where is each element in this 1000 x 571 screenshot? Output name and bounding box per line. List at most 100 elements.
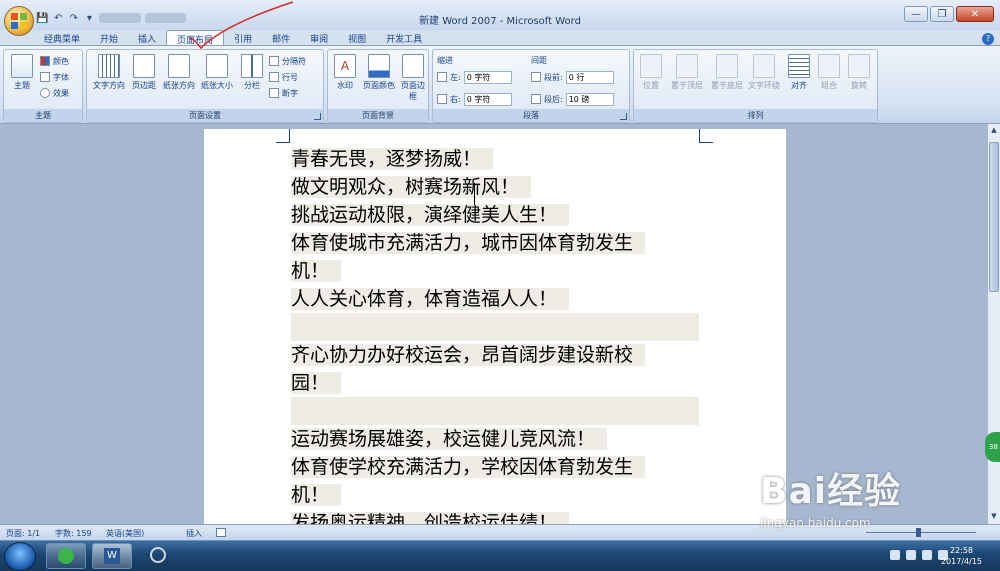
text-wrap-icon: [753, 54, 775, 78]
doc-line: 做文明观众，树赛场新风！: [291, 173, 699, 201]
tab-mailings[interactable]: 邮件: [262, 30, 300, 46]
breaks-button[interactable]: 分隔符: [269, 54, 306, 68]
office-logo-icon: [11, 13, 27, 29]
bring-front-icon: [676, 54, 698, 78]
hyphenation-button[interactable]: 断字: [269, 86, 298, 100]
theme-button[interactable]: 主题: [7, 54, 37, 91]
tray-icon[interactable]: [906, 550, 916, 560]
minimize-button[interactable]: —: [904, 6, 928, 22]
app-icon: [150, 547, 166, 563]
theme-effects-button[interactable]: 效果: [40, 86, 69, 100]
spacing-before-input[interactable]: 0 行: [565, 70, 614, 84]
office-button[interactable]: [4, 6, 34, 36]
group-label: 页面背景: [328, 109, 428, 122]
line-numbers-button[interactable]: 行号: [269, 70, 298, 84]
system-tray: [890, 550, 948, 560]
macro-record-icon[interactable]: [216, 528, 226, 537]
tab-insert[interactable]: 插入: [128, 30, 166, 46]
watermark-brand: Bai经验: [760, 471, 902, 512]
doc-line: 挑战运动极限，演绎健美人生！: [291, 201, 699, 229]
status-page[interactable]: 页面: 1/1: [6, 528, 40, 539]
scroll-down-icon[interactable]: ▼: [989, 512, 999, 522]
tray-icon[interactable]: [922, 550, 932, 560]
colors-icon: [40, 56, 50, 66]
spacing-title: 间距: [531, 55, 547, 65]
columns-icon: [241, 54, 263, 78]
word-icon: W: [104, 548, 120, 564]
indent-left-row: 左: 0 字符: [437, 70, 512, 84]
tab-references[interactable]: 引用: [224, 30, 262, 46]
scroll-thumb[interactable]: [989, 142, 999, 292]
help-icon[interactable]: ?: [982, 33, 994, 45]
spacing-before-row: 段前: 0 行: [531, 70, 614, 84]
spacing-after-input[interactable]: 10 磅: [565, 92, 614, 106]
spacing-after-row: 段后: 10 磅: [531, 92, 614, 106]
text-cursor: [474, 183, 475, 205]
side-badge[interactable]: 38: [985, 432, 1000, 462]
vertical-scrollbar[interactable]: ▲ ▼: [987, 124, 1000, 524]
position-button[interactable]: 位置: [636, 54, 666, 91]
text-wrap-button[interactable]: 文字环绕: [746, 54, 782, 91]
taskbar-word[interactable]: W: [92, 543, 132, 569]
text-direction-icon: [98, 54, 120, 78]
theme-colors-button[interactable]: 颜色: [40, 54, 69, 68]
watermark-button[interactable]: A 水印: [330, 54, 360, 91]
start-button[interactable]: [4, 542, 36, 571]
bring-to-front-button[interactable]: 置于顶层: [668, 54, 706, 91]
document-page[interactable]: 青春无畏，逐梦扬威！ 做文明观众，树赛场新风！ 挑战运动极限，演绎健美人生！ 体…: [204, 129, 786, 534]
page-borders-icon: [402, 54, 424, 78]
page-color-button[interactable]: 页面颜色: [360, 54, 398, 91]
restore-button[interactable]: ❐: [930, 6, 954, 22]
doc-line: 园！: [291, 369, 699, 397]
indent-left-input[interactable]: 0 字符: [463, 70, 512, 84]
status-words[interactable]: 字数: 159: [55, 528, 92, 539]
columns-button[interactable]: 分栏: [237, 54, 267, 91]
paragraph-launcher-icon[interactable]: [620, 113, 627, 120]
hyphenation-icon: [269, 88, 279, 98]
status-mode[interactable]: 插入: [186, 528, 202, 539]
indent-right-row: 右: 0 字符: [437, 92, 512, 106]
tab-developer[interactable]: 开发工具: [376, 30, 432, 46]
indent-right-input[interactable]: 0 字符: [463, 92, 512, 106]
tab-home[interactable]: 开始: [90, 30, 128, 46]
theme-icon: [11, 54, 33, 78]
close-button[interactable]: ✕: [956, 6, 994, 22]
orientation-button[interactable]: 纸张方向: [161, 54, 197, 91]
effects-icon: [40, 88, 50, 98]
align-button[interactable]: 对齐: [784, 54, 814, 91]
margins-button[interactable]: 页边距: [129, 54, 159, 91]
watermark-url: jingyan.baidu.com: [760, 516, 871, 530]
tab-review[interactable]: 审阅: [300, 30, 338, 46]
page-setup-launcher-icon[interactable]: [314, 113, 321, 120]
group-arrange: 位置 置于顶层 置于底层 文字环绕 对齐 组合 旋转 排列: [633, 49, 878, 123]
spacing-before-icon: [531, 72, 541, 82]
page-borders-button[interactable]: 页面边框: [398, 54, 428, 102]
taskbar-app[interactable]: [138, 543, 178, 569]
tab-view[interactable]: 视图: [338, 30, 376, 46]
theme-fonts-button[interactable]: 字体: [40, 70, 69, 84]
clock-date: 2017/4/15: [940, 557, 982, 566]
size-button[interactable]: 纸张大小: [199, 54, 235, 91]
crop-mark: [699, 129, 713, 143]
group-label: 主题: [4, 109, 82, 122]
tab-classic-menu[interactable]: 经典菜单: [34, 30, 90, 46]
group-objects-button[interactable]: 组合: [814, 54, 844, 91]
taskbar-ie[interactable]: [46, 543, 86, 569]
clock[interactable]: 22:58 2017/4/15: [941, 545, 982, 567]
breaks-icon: [269, 56, 279, 66]
rotate-button[interactable]: 旋转: [844, 54, 874, 91]
doc-line: 机！: [291, 257, 699, 285]
text-direction-button[interactable]: 文字方向: [91, 54, 127, 91]
send-to-back-button[interactable]: 置于底层: [708, 54, 746, 91]
fonts-icon: [40, 72, 50, 82]
orientation-icon: [168, 54, 190, 78]
status-language[interactable]: 英语(美国): [106, 528, 144, 539]
tab-page-layout[interactable]: 页面布局: [166, 30, 225, 46]
document-text[interactable]: 青春无畏，逐梦扬威！ 做文明观众，树赛场新风！ 挑战运动极限，演绎健美人生！ 体…: [291, 145, 699, 537]
rotate-icon: [848, 54, 870, 78]
group-label: 页面设置: [87, 109, 323, 122]
tray-icon[interactable]: [890, 550, 900, 560]
baidu-watermark: Bai经验 jingyan.baidu.com: [760, 462, 960, 542]
scroll-up-icon[interactable]: ▲: [989, 126, 999, 136]
word-window: { "window": {"title": "新建 Word 2007 - Mi…: [0, 0, 1000, 571]
